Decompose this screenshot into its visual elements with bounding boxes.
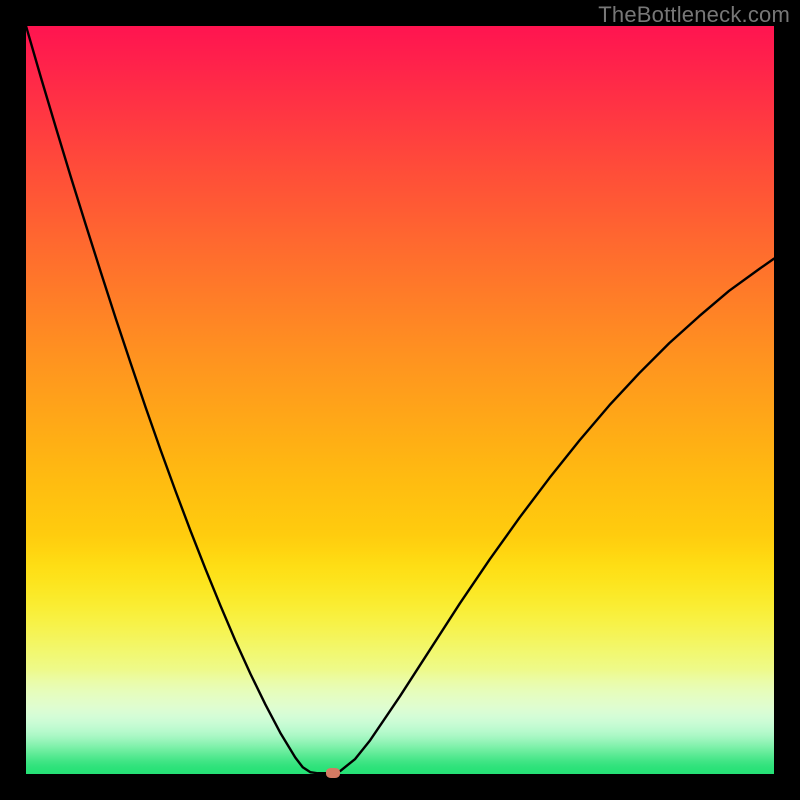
plot-gradient-background	[26, 26, 774, 774]
min-point-marker	[326, 768, 340, 778]
outer-frame: TheBottleneck.com	[0, 0, 800, 800]
watermark-text: TheBottleneck.com	[598, 2, 790, 28]
